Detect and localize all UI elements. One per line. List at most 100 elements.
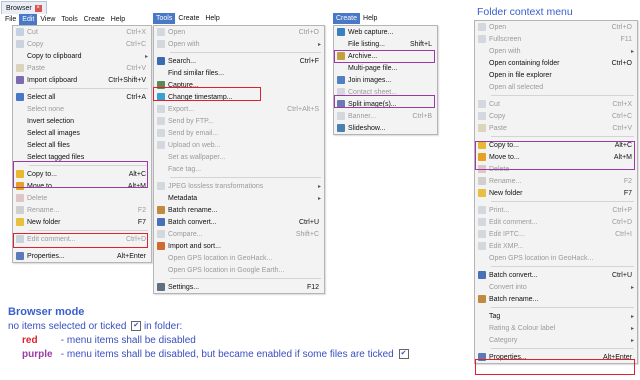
context-item-tag[interactable]: Tag ▸	[475, 310, 637, 322]
edit-item-import-clipboard[interactable]: Import clipboard Ctrl+Shift+V	[13, 74, 151, 86]
edit-item-paste[interactable]: Paste Ctrl+V	[13, 62, 151, 74]
menu-separator	[29, 230, 148, 231]
menu-item-label: Open with	[489, 47, 521, 55]
edit-item-select-all-images[interactable]: Select all images	[13, 127, 151, 139]
menu-tools[interactable]: Tools	[58, 14, 80, 25]
create-item-multi-page-file[interactable]: Multi-page file...	[334, 62, 437, 74]
context-item-edit-xmp[interactable]: Edit XMP...	[475, 240, 637, 252]
edit-item-properties[interactable]: Properties... Alt+Enter	[13, 250, 151, 262]
create-item-join-images[interactable]: Join images...	[334, 74, 437, 86]
tools-item-open-gps-location-in-geohack[interactable]: Open GPS location in GeoHack...	[154, 252, 324, 264]
menu-separator	[491, 136, 634, 137]
context-item-copy[interactable]: Copy Ctrl+C	[475, 110, 637, 122]
close-icon[interactable]: ×	[34, 4, 42, 12]
properties-icon-shape	[16, 252, 24, 260]
tools-item-open-with[interactable]: Open with ▸	[154, 38, 324, 50]
menu-edit[interactable]: Edit	[19, 14, 38, 25]
context-item-open[interactable]: Open Ctrl+O	[475, 21, 637, 33]
tools-item-metadata[interactable]: Metadata ▸	[154, 192, 324, 204]
tools-item-batch-rename[interactable]: Batch rename...	[154, 204, 324, 216]
context-item-rename[interactable]: Rename... F2	[475, 175, 637, 187]
context-item-batch-convert[interactable]: Batch convert... Ctrl+U	[475, 269, 637, 281]
menu-item-label: Upload on web...	[168, 141, 221, 149]
menu-help[interactable]: Help	[360, 13, 380, 24]
tools-item-set-as-wallpaper[interactable]: Set as wallpaper...	[154, 151, 324, 163]
rename-icon-shape	[16, 206, 24, 214]
create-item-banner[interactable]: Banner... Ctrl+B	[334, 110, 437, 122]
menu-create[interactable]: Create	[333, 13, 361, 24]
tools-item-find-similar-files[interactable]: Find similar files...	[154, 67, 324, 79]
menu-create[interactable]: Create	[175, 13, 202, 24]
edit-item-new-folder[interactable]: New folder F7	[13, 216, 151, 228]
context-item-convert-into[interactable]: Convert into ▸	[475, 281, 637, 293]
context-item-fullscreen[interactable]: Fullscreen F11	[475, 33, 637, 45]
menu-item-label: Open in file explorer	[489, 71, 552, 79]
email-icon	[154, 129, 168, 137]
menu-file[interactable]: File	[2, 14, 19, 25]
menu-view[interactable]: View	[37, 14, 58, 25]
tools-item-export[interactable]: Export... Ctrl+Alt+S	[154, 103, 324, 115]
tools-item-compare[interactable]: Compare... Shift+C	[154, 228, 324, 240]
context-item-cut[interactable]: Cut Ctrl+X	[475, 98, 637, 110]
paste-icon	[13, 64, 27, 72]
edit-item-invert-selection[interactable]: Invert selection	[13, 115, 151, 127]
menu-item-label: New folder	[27, 218, 61, 226]
tools-item-batch-convert[interactable]: Batch convert... Ctrl+U	[154, 216, 324, 228]
submenu-arrow-icon: ▸	[630, 284, 634, 291]
context-item-open-with[interactable]: Open with ▸	[475, 45, 637, 57]
highlight-red-edit-properties	[13, 233, 148, 248]
menu-tools[interactable]: Tools	[153, 13, 176, 24]
menu-help[interactable]: Help	[202, 13, 222, 24]
menu-help[interactable]: Help	[108, 14, 128, 25]
edit-item-rename[interactable]: Rename... F2	[13, 204, 151, 216]
iptc-icon-shape	[478, 230, 486, 238]
context-item-paste[interactable]: Paste Ctrl+V	[475, 122, 637, 134]
context-item-open-containing-folder[interactable]: Open containing folder Ctrl+O	[475, 57, 637, 69]
menu-separator	[170, 278, 321, 279]
tools-item-search[interactable]: Search... Ctrl+F	[154, 55, 324, 67]
tools-item-import-and-sort[interactable]: Import and sort...	[154, 240, 324, 252]
edit-item-copy-to-clipboard[interactable]: Copy to clipboard ▸	[13, 50, 151, 62]
export-icon	[154, 105, 168, 113]
menu-create[interactable]: Create	[81, 14, 108, 25]
edit-item-cut[interactable]: Cut Ctrl+X	[13, 26, 151, 38]
legend-purple-line: purple - menu items shall be disabled, b…	[8, 349, 409, 360]
submenu-arrow-icon: ▸	[317, 41, 321, 48]
edit-item-delete[interactable]: Delete	[13, 192, 151, 204]
menu-item-label: Select tagged files	[27, 153, 85, 161]
import-clipboard-icon-shape	[16, 76, 24, 84]
context-item-open-all-selected[interactable]: Open all selected	[475, 81, 637, 93]
tools-item-jpeg-lossless-transformations[interactable]: JPEG lossless transformations ▸	[154, 180, 324, 192]
tools-item-open[interactable]: Open Ctrl+O	[154, 26, 324, 38]
tools-item-open-gps-location-in-google-earth[interactable]: Open GPS location in Google Earth...	[154, 264, 324, 276]
context-item-rating-colour-label[interactable]: Rating & Colour label ▸	[475, 322, 637, 334]
context-item-batch-rename[interactable]: Batch rename...	[475, 293, 637, 305]
tools-item-send-by-ftp[interactable]: Send by FTP...	[154, 115, 324, 127]
context-item-open-in-file-explorer[interactable]: Open in file explorer	[475, 69, 637, 81]
edit-item-select-all[interactable]: Select all Ctrl+A	[13, 91, 151, 103]
menu-item-label: Print...	[489, 206, 510, 214]
tools-item-settings[interactable]: Settings... F12	[154, 281, 324, 293]
context-item-edit-comment[interactable]: Edit comment... Ctrl+D	[475, 216, 637, 228]
context-item-open-gps-location-in-geohack[interactable]: Open GPS location in GeoHack...	[475, 252, 637, 264]
tools-item-face-tag[interactable]: Face tag...	[154, 163, 324, 175]
context-item-category[interactable]: Category ▸	[475, 334, 637, 346]
tools-item-upload-on-web[interactable]: Upload on web...	[154, 139, 324, 151]
batch-convert-icon-shape	[478, 271, 486, 279]
context-item-print[interactable]: Print... Ctrl+P	[475, 204, 637, 216]
copy-icon	[475, 112, 489, 120]
edit-item-select-none[interactable]: Select none	[13, 103, 151, 115]
context-item-edit-iptc[interactable]: Edit IPTC... Ctrl+I	[475, 228, 637, 240]
menu-item-shortcut: Ctrl+A	[126, 93, 146, 101]
menu-item-label: Category	[489, 336, 518, 344]
comment-icon-shape	[478, 218, 486, 226]
browser-tab[interactable]: Browser ×	[1, 1, 47, 14]
create-item-slideshow[interactable]: Slideshow...	[334, 122, 437, 134]
create-item-file-listing[interactable]: File listing... Shift+L	[334, 38, 437, 50]
create-item-web-capture[interactable]: Web capture...	[334, 26, 437, 38]
edit-item-select-all-files[interactable]: Select all files	[13, 139, 151, 151]
menu-separator	[491, 348, 634, 349]
tools-item-send-by-email[interactable]: Send by email...	[154, 127, 324, 139]
context-item-new-folder[interactable]: New folder F7	[475, 187, 637, 199]
edit-item-copy[interactable]: Copy Ctrl+C	[13, 38, 151, 50]
